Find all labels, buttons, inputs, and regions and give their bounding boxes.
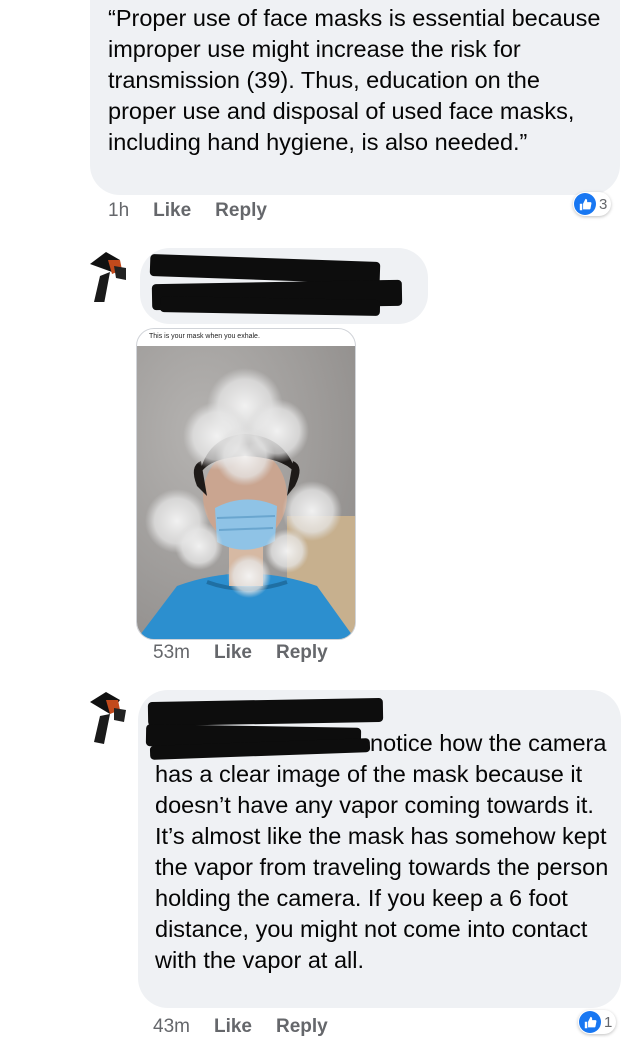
comment-time-2[interactable]: 53m (153, 642, 190, 664)
redaction (147, 697, 384, 727)
comment-text-3: notice how the camera has a clear image … (155, 730, 609, 973)
comment-actions-2: 53m Like Reply (153, 642, 352, 664)
attached-image[interactable]: This is your mask when you exhale. (136, 328, 356, 640)
reply-button-2[interactable]: Reply (276, 642, 328, 664)
comment-text-1: “Proper use of face masks is essential b… (108, 5, 601, 155)
thumbs-up-icon (574, 193, 596, 215)
reaction-summary-1[interactable]: 3 (573, 192, 612, 216)
comment-actions-1: 1h Like Reply (108, 200, 291, 222)
like-button-2[interactable]: Like (214, 642, 252, 664)
like-button-1[interactable]: Like (153, 200, 191, 222)
avatar[interactable] (86, 246, 142, 304)
comment-bubble-1: “Proper use of face masks is essential b… (90, 0, 620, 195)
image-caption: This is your mask when you exhale. (149, 333, 260, 340)
reaction-count-3: 1 (604, 1013, 613, 1031)
avatar[interactable] (84, 688, 140, 744)
thumbs-up-icon (579, 1011, 601, 1033)
reply-button-1[interactable]: Reply (215, 200, 267, 222)
reaction-summary-3[interactable]: 1 (578, 1010, 617, 1034)
vapor-mask-photo (137, 346, 355, 639)
reaction-count-1: 3 (599, 195, 608, 213)
comment-time-1[interactable]: 1h (108, 200, 129, 222)
